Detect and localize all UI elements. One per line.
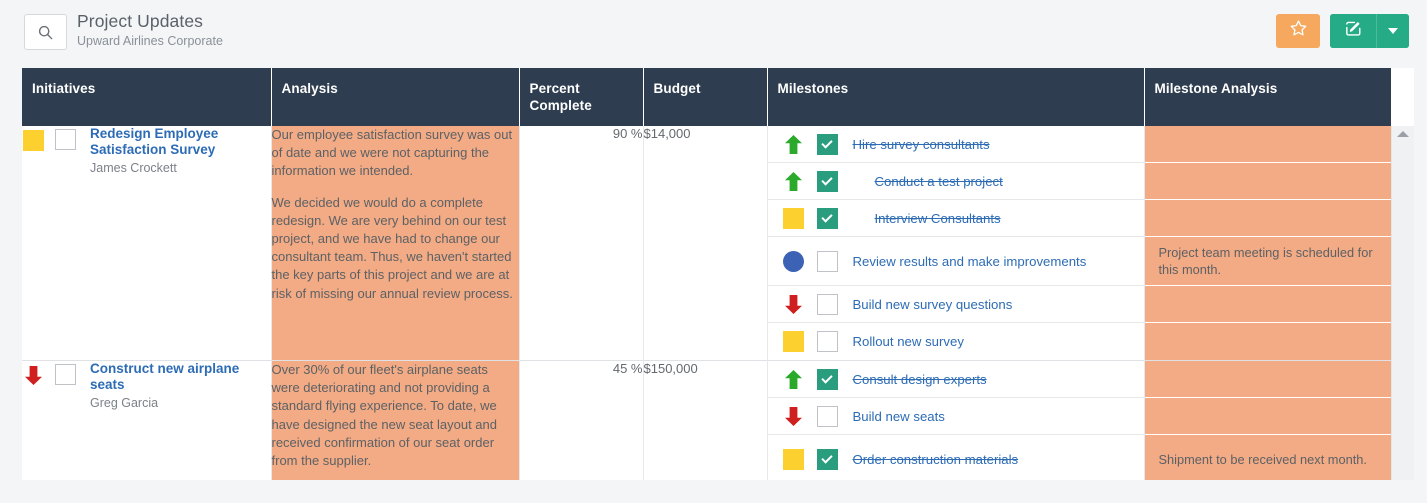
milestone-row: Build new seats	[767, 398, 1144, 435]
column-header-analysis[interactable]: Analysis	[271, 68, 520, 126]
milestone-analysis-row	[1144, 126, 1391, 163]
yellow-square-status-icon	[783, 331, 804, 352]
updates-table: Initiatives Analysis Percent Complete Bu…	[22, 68, 1392, 480]
page-title: Project Updates	[77, 11, 204, 31]
title-block: Project Updates Upward Airlines Corporat…	[77, 10, 223, 50]
milestone-analysis-row	[1144, 163, 1391, 200]
milestone-checkbox[interactable]	[816, 293, 838, 315]
page-subtitle: Upward Airlines Corporate	[77, 34, 223, 48]
milestone-analysis-row: Shipment to be received next month.	[1144, 435, 1391, 480]
column-header-milestones[interactable]: Milestones	[767, 68, 1145, 126]
vertical-scrollbar[interactable]	[1391, 126, 1414, 480]
search-button[interactable]	[24, 14, 67, 50]
milestone-analysis-row	[1144, 361, 1391, 398]
project-updates-page: Project Updates Upward Airlines Corporat…	[0, 0, 1427, 503]
milestone-label[interactable]: Build new survey questions	[853, 296, 1013, 313]
milestone-row: Rollout new survey	[768, 323, 1144, 360]
milestone-checkbox[interactable]	[816, 331, 838, 352]
analysis-paragraph: Our employee satisfaction survey was out…	[271, 127, 513, 179]
edit-button-group[interactable]	[1330, 14, 1409, 48]
initiative-checkbox[interactable]	[55, 364, 76, 385]
milestone-checkbox[interactable]	[816, 170, 838, 192]
milestone-checkbox[interactable]	[816, 449, 838, 470]
analysis-cell: Over 30% of our fleet's airplane seats w…	[271, 360, 520, 480]
percent-complete-cell: 90 %	[519, 126, 644, 361]
milestone-row: Hire survey consultants	[767, 126, 1144, 163]
initiative-cell: Construct new airplane seats Greg Garcia	[22, 360, 272, 480]
updates-grid: Initiatives Analysis Percent Complete Bu…	[22, 68, 1414, 480]
milestone-label[interactable]: Rollout new survey	[853, 333, 964, 350]
initiative-cell: Redesign Employee Satisfaction Survey Jam…	[22, 126, 272, 361]
milestone-row: Review results and make improvements	[767, 237, 1144, 286]
red-down-arrow-status-icon	[784, 406, 803, 427]
milestone-checkbox[interactable]	[816, 133, 838, 155]
chevron-down-icon	[1388, 28, 1398, 34]
milestone-label[interactable]: Consult design experts	[853, 371, 987, 388]
milestone-analysis-cell: Shipment to be received next month.	[1144, 360, 1392, 480]
milestone-row: Consult design experts	[767, 361, 1144, 398]
blue-circle-status-icon	[783, 250, 804, 272]
milestone-checkbox[interactable]	[816, 207, 838, 229]
column-header-milestone-analysis[interactable]: Milestone Analysis	[1144, 68, 1391, 126]
milestone-row: Interview Consultants	[767, 200, 1144, 237]
milestone-analysis-text: Shipment to be received next month.	[1158, 451, 1367, 467]
header-actions	[1276, 14, 1409, 48]
milestones-cell: Consult design experts Build new seats Ord…	[767, 360, 1145, 480]
column-header-percent-complete[interactable]: Percent Complete	[519, 68, 644, 126]
budget-cell: $14,000	[643, 126, 768, 361]
milestone-analysis-row	[1144, 398, 1391, 435]
analysis-cell: Our employee satisfaction survey was out…	[271, 126, 520, 361]
table-header-row: Initiatives Analysis Percent Complete Bu…	[22, 68, 1391, 126]
milestone-row: Build new survey questions	[767, 286, 1144, 323]
scroll-up-arrow-icon[interactable]	[1397, 131, 1409, 137]
milestone-row: Conduct a test project	[767, 163, 1144, 200]
milestone-label[interactable]: Order construction materials	[853, 451, 1019, 468]
budget-cell: $150,000	[643, 360, 768, 480]
star-icon	[1289, 19, 1308, 43]
column-header-initiatives[interactable]: Initiatives	[22, 68, 272, 126]
search-icon	[38, 25, 53, 40]
milestone-analysis-row: Project team meeting is scheduled for th…	[1144, 237, 1391, 286]
milestone-analysis-cell: Project team meeting is scheduled for th…	[1144, 126, 1392, 361]
milestone-label[interactable]: Review results and make improvements	[853, 253, 1087, 270]
green-up-arrow-status-icon	[784, 134, 803, 155]
initiative-title-link[interactable]: Redesign Employee Satisfaction Survey	[90, 126, 271, 158]
initiative-owner: Greg Garcia	[90, 396, 159, 410]
page-header: Project Updates Upward Airlines Corporat…	[0, 0, 1427, 62]
table-body: Redesign Employee Satisfaction Survey Jam…	[22, 126, 1392, 480]
edit-dropdown-toggle[interactable]	[1376, 14, 1409, 48]
milestone-analysis-row	[1144, 323, 1391, 360]
milestone-label[interactable]: Conduct a test project	[875, 173, 1003, 190]
initiative-checkbox[interactable]	[55, 129, 76, 150]
edit-button[interactable]	[1330, 14, 1376, 48]
milestone-analysis-text: Project team meeting is scheduled for th…	[1158, 244, 1373, 278]
analysis-paragraph: Over 30% of our fleet's airplane seats w…	[271, 362, 498, 469]
analysis-paragraph: We decided we would do a complete redesi…	[271, 194, 513, 301]
milestone-analysis-row	[1144, 286, 1391, 323]
green-up-arrow-status-icon	[784, 369, 803, 390]
initiative-title-link[interactable]: Construct new airplane seats	[90, 361, 271, 393]
milestone-label[interactable]: Interview Consultants	[875, 210, 1001, 227]
red-down-arrow-status-icon	[784, 294, 803, 315]
milestone-analysis-row	[1144, 200, 1391, 237]
milestone-checkbox[interactable]	[816, 405, 838, 427]
table-row: Redesign Employee Satisfaction Survey Jam…	[22, 126, 1392, 361]
milestone-row: Order construction materials	[768, 435, 1144, 480]
yellow-square-status-icon	[22, 129, 44, 151]
yellow-square-status-icon	[783, 449, 804, 470]
percent-complete-cell: 45 %	[519, 360, 644, 480]
green-up-arrow-status-icon	[784, 171, 803, 192]
column-header-budget[interactable]: Budget	[643, 68, 768, 126]
milestone-checkbox[interactable]	[816, 250, 838, 272]
favorite-button[interactable]	[1276, 14, 1320, 48]
milestones-cell: Hire survey consultants Conduct a test pr…	[767, 126, 1145, 361]
table-row: Construct new airplane seats Greg Garcia O…	[22, 360, 1392, 480]
milestone-label[interactable]: Hire survey consultants	[853, 136, 990, 153]
initiative-owner: James Crockett	[90, 161, 177, 175]
milestone-checkbox[interactable]	[816, 368, 838, 390]
edit-pencil-icon	[1344, 19, 1363, 43]
red-down-arrow-status-icon	[24, 365, 43, 386]
milestone-label[interactable]: Build new seats	[853, 408, 945, 425]
yellow-square-status-icon	[783, 207, 804, 229]
